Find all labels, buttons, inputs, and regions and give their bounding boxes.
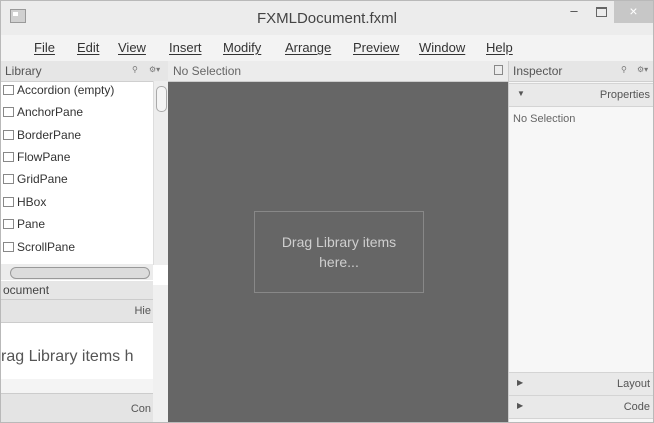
gridpane-icon [3,174,14,184]
inspector-header: Inspector ⚲ ⚙▾ [509,61,653,82]
document-header: ocument [1,281,153,300]
chevron-right-icon: ▶ [517,401,524,410]
section-layout[interactable]: ▶ Layout [509,372,653,396]
drop-hint-line2: here... [319,254,359,270]
gear-menu-icon[interactable]: ⚙▾ [149,65,160,74]
minimize-button[interactable]: – [561,1,587,23]
library-item-anchorpane[interactable]: AnchorPane [3,105,83,127]
menu-modify[interactable]: Modify [223,40,261,55]
menu-file[interactable]: File [34,40,55,55]
menu-bar: File Edit View Insert Modify Arrange Pre… [1,35,653,61]
flowpane-icon [3,152,14,162]
maximize-icon [595,7,607,17]
library-item-borderpane[interactable]: BorderPane [3,128,81,150]
library-item-flowpane[interactable]: FlowPane [3,150,70,172]
inspector-title: Inspector [513,64,563,78]
drop-target[interactable]: Drag Library items here... [254,211,424,293]
document-title: ocument [3,283,50,297]
chevron-right-icon: ▶ [517,378,524,387]
pane-icon [3,219,14,229]
library-item-pane[interactable]: Pane [3,217,45,239]
anchorpane-icon [3,107,14,117]
document-panel: ocument Hie rag Library items h Con [1,281,153,422]
library-horizontal-scrollbar[interactable] [1,264,153,280]
maximize-button[interactable] [588,1,614,23]
hbox-icon [3,197,14,207]
tab-hierarchy[interactable]: Hie [1,300,153,323]
section-properties[interactable]: ▼ Properties [509,83,653,107]
menu-window[interactable]: Window [419,40,465,55]
drop-hint-line1: Drag Library items [281,234,397,250]
stage-header: No Selection [168,61,508,82]
section-code[interactable]: ▶ Code [509,395,653,419]
menu-help[interactable]: Help [486,40,513,55]
library-panel: Library ⚲ ⚙▾ Accordion (empty) AnchorPan… [1,61,169,285]
document-hierarchy-area: rag Library items h [1,323,153,379]
selection-label: No Selection [173,64,242,78]
document-icon[interactable] [494,65,503,75]
search-icon[interactable]: ⚲ [132,65,138,74]
menu-arrange[interactable]: Arrange [285,40,331,55]
library-item-gridpane[interactable]: GridPane [3,172,68,194]
gear-menu-icon[interactable]: ⚙▾ [637,65,648,74]
borderpane-icon [3,130,14,140]
library-item-accordion[interactable]: Accordion (empty) [3,83,114,105]
library-item-hbox[interactable]: HBox [3,195,46,217]
library-vertical-scroll-thumb[interactable] [156,86,167,112]
menu-preview[interactable]: Preview [353,40,399,55]
library-item-scrollpane[interactable]: ScrollPane [3,240,75,262]
window-title: FXMLDocument.fxml [256,10,398,27]
menu-edit[interactable]: Edit [77,40,99,55]
accordion-icon [3,85,14,95]
inspector-no-selection: No Selection [513,113,576,125]
library-horizontal-scroll-thumb[interactable] [10,267,150,279]
scrollpane-icon [3,242,14,252]
tab-controller[interactable]: Con [1,393,153,422]
menu-view[interactable]: View [118,40,146,55]
library-header: Library ⚲ ⚙▾ [1,61,168,82]
title-bar: FXMLDocument.fxml – × [1,1,653,35]
chevron-down-icon: ▼ [517,89,525,98]
close-button[interactable]: × [614,1,653,23]
inspector-panel: Inspector ⚲ ⚙▾ ▼ Properties No Selection… [508,61,653,422]
content-stage[interactable]: No Selection Drag Library items here... [168,61,508,422]
library-vertical-scrollbar[interactable] [153,81,168,265]
library-title: Library [5,64,42,78]
search-icon[interactable]: ⚲ [621,65,627,74]
app-window: FXMLDocument.fxml – × File Edit View Ins… [0,0,654,423]
document-drop-hint: rag Library items h [1,348,134,365]
menu-insert[interactable]: Insert [169,40,202,55]
